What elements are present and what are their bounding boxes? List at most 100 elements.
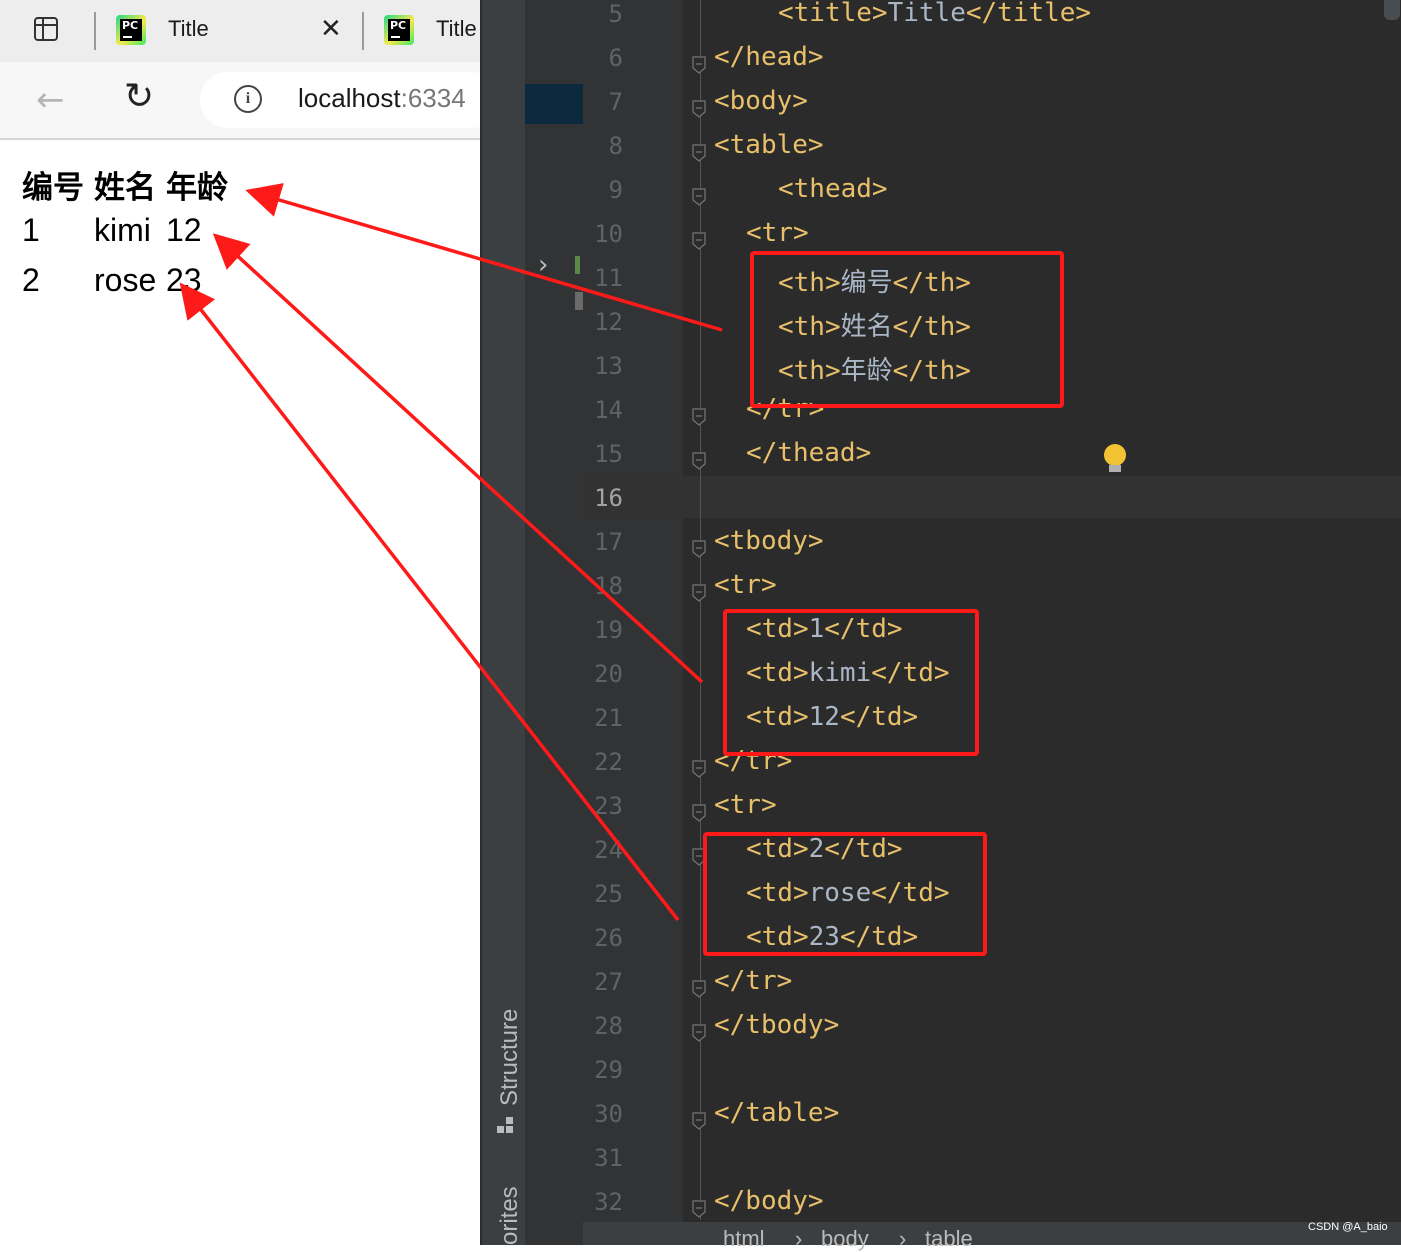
collapse-marker[interactable] [575,292,583,310]
line-number: 21 [594,704,623,732]
breadcrumb-item[interactable]: body [821,1226,869,1252]
structure-icon[interactable] [497,1117,515,1135]
breadcrumb: html › body › table [583,1222,1401,1251]
tag: <title> [778,0,888,28]
fold-marker-icon[interactable] [692,980,706,998]
code-line-15[interactable]: </thead> [746,438,871,468]
tab-bar: PC Title ✕ PC Title [0,0,480,62]
line-number: 30 [594,1100,623,1128]
code-line-18[interactable]: <tr> [714,570,777,600]
breadcrumb-item[interactable]: table [925,1226,973,1252]
line-number: 5 [608,0,623,28]
info-icon[interactable]: i [234,85,262,113]
fold-marker-icon[interactable] [692,232,706,250]
line-number: 8 [608,132,623,160]
code-line-6[interactable]: </head> [714,42,824,72]
reload-icon[interactable]: ↻ [124,76,154,117]
fold-marker-icon[interactable] [692,584,706,602]
header-cell: 年龄 [166,170,228,206]
lightbulb-icon[interactable] [1103,444,1127,474]
fold-marker-icon[interactable] [692,188,706,206]
breadcrumb-separator: › [795,1226,803,1251]
code-line-23[interactable]: <tr> [714,790,777,820]
tag: </title> [965,0,1092,28]
line-number: 20 [594,660,623,688]
watermark: CSDN @A_baio [1308,1221,1388,1233]
line-number: 22 [594,748,623,776]
back-arrow-icon[interactable]: ← [36,80,65,120]
line-number: 32 [594,1188,623,1216]
line-number: 15 [594,440,623,468]
line-number: 10 [594,220,623,248]
line-number: 9 [608,176,623,204]
table-cell: 2 [22,262,40,298]
text: Title [887,0,966,28]
code-line-8[interactable]: <table> [714,130,824,160]
breadcrumb-item[interactable]: html [723,1226,765,1252]
fold-marker-icon[interactable] [692,100,706,118]
code-line-30[interactable]: </table> [714,1098,839,1128]
chevron-right-icon[interactable]: › [538,250,548,280]
code-line-7[interactable]: <body> [714,86,808,116]
gutter-strip [525,0,583,1245]
pycharm-icon: PC [384,15,414,45]
table-cell: 23 [166,262,202,298]
tab-second[interactable]: PC Title [368,0,480,62]
tab-title: Title [436,16,477,41]
fold-marker-icon[interactable] [692,452,706,470]
fold-marker-icon[interactable] [692,408,706,426]
header-cell: 姓名 [94,170,156,206]
address-text[interactable]: localhost:6334 [298,83,466,114]
fold-marker-icon[interactable] [692,760,706,778]
tab-divider [362,12,364,50]
line-number: 12 [594,308,623,336]
line-number: 26 [594,924,623,952]
line-number: 6 [608,44,623,72]
table-cell: rose [94,262,157,298]
gutter-highlight [525,84,583,124]
fold-marker-icon[interactable] [692,56,706,74]
code-line-32[interactable]: </body> [714,1186,824,1216]
code-line-27[interactable]: </tr> [714,966,792,996]
fold-marker-icon[interactable] [692,144,706,162]
code-line-28[interactable]: </tbody> [714,1010,839,1040]
table-cell: 12 [166,212,202,248]
fold-marker-icon[interactable] [692,540,706,558]
address-host: localhost [298,83,401,113]
favorites-tab[interactable]: orites [496,1186,524,1245]
fold-marker-icon[interactable] [692,1200,706,1218]
header-cell: 编号 [22,170,84,206]
fold-marker-icon[interactable] [692,1024,706,1042]
line-number: 19 [594,616,623,644]
sidebar-toggle-icon[interactable] [32,14,62,44]
breadcrumb-separator: › [899,1226,907,1251]
table-header-row: 编号 姓名 年龄 [22,162,228,212]
table-cell: 1 [22,212,40,248]
change-marker [575,256,580,274]
structure-tab[interactable]: Structure [496,1009,524,1106]
annotation-box-row1 [723,609,979,756]
address-bar[interactable]: i localhost:6334 [200,72,480,128]
close-icon[interactable]: ✕ [320,14,342,44]
table-row: 1 kimi 12 [22,212,228,262]
line-number: 7 [608,88,623,116]
fold-marker-icon[interactable] [692,1112,706,1130]
code-line-17[interactable]: <tbody> [714,526,824,556]
ide-tool-strip: Structure orites [480,0,527,1245]
code-editor[interactable] [583,0,1401,1245]
fold-marker-icon[interactable] [692,804,706,822]
table-cell: kimi [94,212,151,248]
tab-active[interactable]: PC Title ✕ [100,0,362,62]
scrollbar-thumb[interactable] [1384,0,1400,20]
line-number: 25 [594,880,623,908]
line-number: 17 [594,528,623,556]
line-number: 18 [594,572,623,600]
code-line-9[interactable]: <thead> [778,174,888,204]
line-number: 11 [594,264,623,292]
table-row: 2 rose 23 [22,262,228,312]
line-number: 31 [594,1144,623,1172]
code-line-5[interactable]: <title>Title</title> [778,0,1091,28]
code-line-10[interactable]: <tr> [746,218,809,248]
annotation-box-th [750,251,1064,408]
line-number: 16 [594,484,623,512]
